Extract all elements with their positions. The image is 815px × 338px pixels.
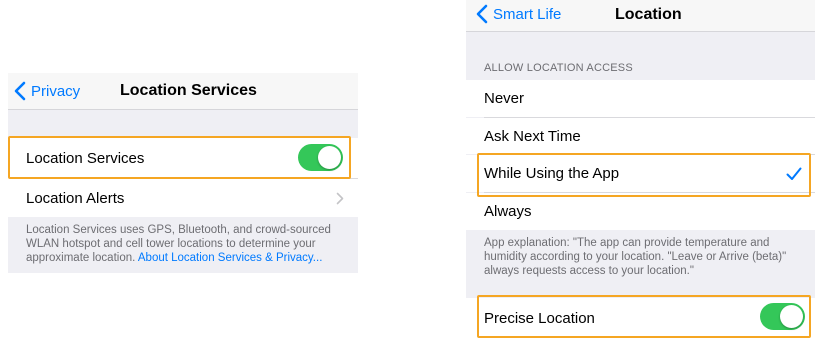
chevron-left-icon bbox=[476, 4, 488, 24]
option-label: Always bbox=[484, 203, 532, 220]
back-button-smart-life[interactable]: Smart Life bbox=[476, 0, 561, 28]
option-label: Never bbox=[484, 90, 525, 107]
option-never[interactable]: Never bbox=[466, 80, 815, 117]
left-navbar: Privacy Location Services bbox=[8, 73, 358, 110]
checkmark-icon bbox=[786, 167, 802, 180]
right-settings-panel: Smart Life Location ALLOW LOCATION ACCES… bbox=[466, 0, 815, 338]
location-services-row: Location Services bbox=[8, 138, 358, 178]
back-label: Privacy bbox=[31, 82, 81, 100]
section-header: ALLOW LOCATION ACCESS bbox=[484, 62, 633, 74]
option-always[interactable]: Always bbox=[466, 193, 815, 230]
precise-location-label: Precise Location bbox=[484, 309, 595, 327]
footer-description: Location Services uses GPS, Bluetooth, a… bbox=[26, 223, 344, 265]
option-ask-next-time[interactable]: Ask Next Time bbox=[466, 118, 815, 154]
option-label: While Using the App bbox=[484, 165, 620, 182]
right-navbar: Smart Life Location bbox=[466, 0, 815, 32]
toggle-knob bbox=[318, 146, 341, 169]
option-label: Ask Next Time bbox=[484, 127, 581, 145]
location-services-toggle[interactable] bbox=[298, 144, 343, 171]
location-alerts-label: Location Alerts bbox=[26, 189, 125, 207]
section-gap bbox=[8, 110, 358, 138]
chevron-right-icon bbox=[336, 192, 344, 205]
precise-location-row: Precise Location bbox=[466, 298, 815, 338]
page-title: Location Services bbox=[120, 82, 257, 99]
location-alerts-row[interactable]: Location Alerts bbox=[8, 179, 358, 217]
about-location-privacy-link[interactable]: About Location Services & Privacy... bbox=[138, 252, 323, 264]
app-explanation: App explanation: "The app can provide te… bbox=[484, 237, 787, 277]
precise-location-toggle[interactable] bbox=[760, 303, 805, 330]
toggle-knob bbox=[780, 305, 803, 328]
back-button-privacy[interactable]: Privacy bbox=[14, 73, 80, 109]
back-label: Smart Life bbox=[493, 5, 562, 23]
chevron-left-icon bbox=[14, 81, 26, 101]
option-while-using-the-app[interactable]: While Using the App bbox=[466, 155, 815, 192]
page-title: Location bbox=[615, 6, 682, 23]
footer-area: Location Services uses GPS, Bluetooth, a… bbox=[8, 217, 358, 273]
location-services-label: Location Services bbox=[26, 149, 145, 167]
left-settings-panel: Privacy Location Services Location Servi… bbox=[8, 73, 358, 273]
